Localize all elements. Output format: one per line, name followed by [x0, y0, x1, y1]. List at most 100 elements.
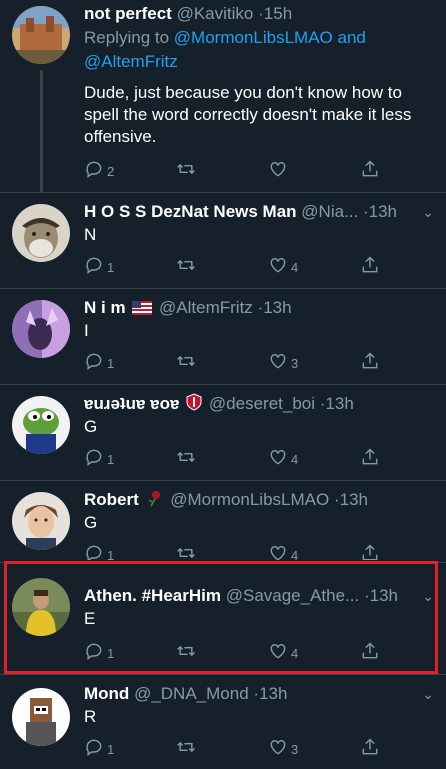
display-name[interactable]: N i m: [84, 298, 126, 317]
like-button[interactable]: 4: [268, 640, 298, 662]
avatar-image: [12, 6, 70, 64]
reply-icon: [86, 449, 102, 466]
tweet-text: Dude, just because you don't know how to…: [84, 83, 412, 146]
avatar[interactable]: [12, 300, 70, 358]
tweet[interactable]: Mond @_DNA_Mond ·13h ⌄ R 1 3: [0, 674, 446, 769]
display-name[interactable]: Athen. #HearHim: [84, 586, 221, 605]
user-handle[interactable]: @AltemFritz: [159, 298, 253, 317]
share-button[interactable]: [360, 446, 380, 468]
share-icon: [362, 256, 378, 273]
display-name[interactable]: ɐuɹǝʇuɐ ɐoɐ: [84, 394, 179, 413]
tweet[interactable]: Athen. #HearHim @Savage_Athe... ·13h ⌄ E…: [0, 562, 446, 675]
like-count: 4: [291, 451, 299, 467]
tweet[interactable]: Robert @MormonLibsLMAO ·13h G 1 4: [0, 480, 446, 563]
heart-icon: [270, 644, 286, 659]
like-count: 4: [291, 547, 299, 561]
tweet-text: R: [84, 707, 97, 726]
retweet-button[interactable]: [176, 158, 196, 180]
retweet-button[interactable]: [176, 640, 196, 662]
avatar-image: [12, 396, 70, 454]
avatar[interactable]: [12, 6, 70, 64]
user-handle[interactable]: @Kavitiko: [177, 4, 254, 23]
reply-mention-link[interactable]: @MormonLibsLMAO: [174, 28, 333, 47]
user-handle[interactable]: @deseret_boi: [209, 394, 315, 413]
like-button[interactable]: 3: [268, 736, 298, 758]
avatar[interactable]: [12, 492, 70, 550]
timestamp[interactable]: 13h: [369, 202, 397, 221]
display-name[interactable]: Robert: [84, 490, 139, 509]
timestamp[interactable]: 13h: [340, 490, 368, 509]
shield-icon: [186, 393, 202, 411]
timestamp[interactable]: 15h: [264, 4, 292, 23]
share-button[interactable]: [360, 158, 380, 180]
user-handle[interactable]: @MormonLibsLMAO: [170, 490, 329, 509]
replying-to: Replying to @MormonLibsLMAO and @AltemFr…: [84, 26, 434, 74]
like-button[interactable]: 3: [268, 350, 298, 372]
display-name[interactable]: Mond: [84, 684, 129, 703]
like-button[interactable]: 4: [268, 446, 298, 468]
tweet[interactable]: ɐuɹǝʇuɐ ɐoɐ @deseret_boi ·13h G 1 4: [0, 384, 446, 481]
reply-icon: [86, 739, 102, 756]
like-button[interactable]: [268, 158, 288, 180]
retweet-icon: [177, 451, 195, 463]
tweet-text: I: [84, 321, 89, 340]
timestamp[interactable]: 13h: [370, 586, 398, 605]
timestamp[interactable]: 13h: [263, 298, 291, 317]
retweet-button[interactable]: [176, 350, 196, 372]
reply-button[interactable]: 1: [84, 350, 114, 372]
share-icon: [362, 642, 378, 659]
reply-button[interactable]: 1: [84, 640, 114, 662]
reply-button[interactable]: 1: [84, 542, 114, 560]
user-handle[interactable]: @_DNA_Mond: [134, 684, 249, 703]
display-name[interactable]: not perfect: [84, 4, 172, 23]
avatar[interactable]: [12, 578, 70, 636]
reply-icon: [86, 257, 102, 274]
share-button[interactable]: [360, 736, 380, 758]
tweet[interactable]: H O S S DezNat News Man @Nia... ·13h ⌄ N…: [0, 192, 446, 289]
heart-icon: [270, 450, 286, 465]
avatar[interactable]: [12, 396, 70, 454]
timestamp[interactable]: 13h: [325, 394, 353, 413]
replying-prefix: Replying to: [84, 28, 170, 47]
reply-icon: [86, 353, 102, 370]
retweet-button[interactable]: [176, 446, 196, 468]
share-icon: [362, 352, 378, 369]
avatar[interactable]: [12, 688, 70, 746]
retweet-button[interactable]: [176, 736, 196, 758]
tweet[interactable]: not perfect @Kavitiko ·15h Replying to @…: [0, 0, 446, 193]
reply-count: 1: [107, 355, 115, 371]
share-button[interactable]: [360, 640, 380, 662]
heart-icon: [270, 162, 286, 177]
user-handle[interactable]: @Savage_Athe...: [226, 586, 360, 605]
retweet-button[interactable]: [176, 542, 196, 560]
reply-mention-link[interactable]: @AltemFritz: [84, 52, 178, 71]
like-button[interactable]: 4: [268, 542, 298, 560]
retweet-icon: [177, 259, 195, 271]
tweet[interactable]: N i m @AltemFritz ·13h I 1 3: [0, 288, 446, 385]
share-icon: [362, 160, 378, 177]
chevron-down-icon[interactable]: ⌄: [422, 200, 434, 224]
avatar-image: [12, 578, 70, 636]
chevron-down-icon[interactable]: ⌄: [422, 682, 434, 706]
timestamp[interactable]: 13h: [259, 684, 287, 703]
display-name[interactable]: H O S S DezNat News Man: [84, 202, 297, 221]
share-button[interactable]: [360, 254, 380, 276]
us-flag-icon: [132, 301, 153, 315]
reply-count: 2: [107, 163, 115, 179]
reply-and-text: and: [337, 28, 366, 47]
tweet-text: N: [84, 225, 97, 244]
like-button[interactable]: 4: [268, 254, 298, 276]
chevron-down-icon[interactable]: ⌄: [422, 584, 434, 608]
user-handle[interactable]: @Nia...: [301, 202, 358, 221]
reply-button[interactable]: 1: [84, 736, 114, 758]
reply-button[interactable]: 1: [84, 254, 114, 276]
avatar[interactable]: [12, 204, 70, 262]
reply-button[interactable]: 2: [84, 158, 114, 180]
retweet-button[interactable]: [176, 254, 196, 276]
reply-count: 1: [107, 645, 115, 661]
tweet-text: G: [84, 513, 98, 532]
share-button[interactable]: [360, 542, 380, 560]
avatar-image: [12, 300, 70, 358]
reply-button[interactable]: 1: [84, 446, 114, 468]
share-button[interactable]: [360, 350, 380, 372]
